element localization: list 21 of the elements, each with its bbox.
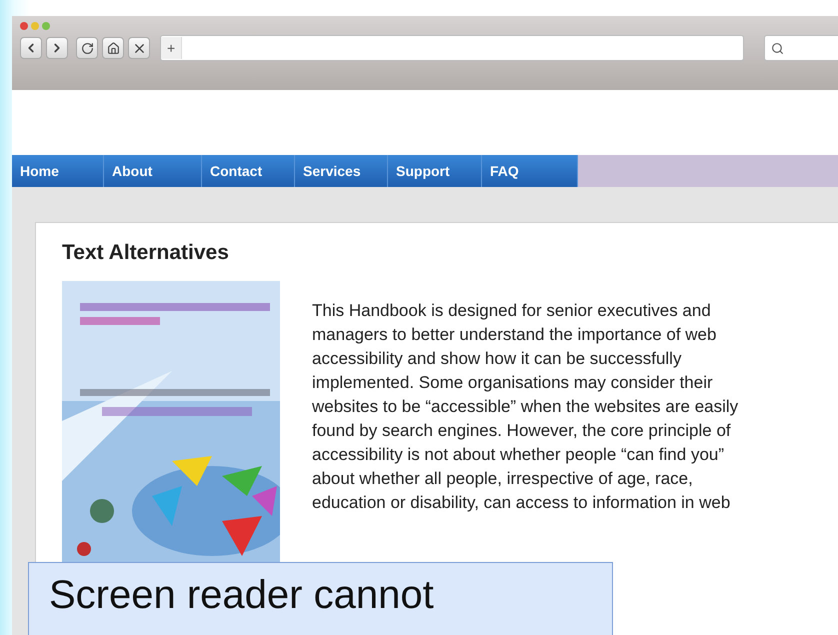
nav-link[interactable]: About (104, 155, 202, 187)
home-icon (106, 42, 120, 54)
forward-button[interactable] (46, 37, 68, 59)
nav-link[interactable]: Support (388, 155, 482, 187)
nav-link[interactable]: Services (295, 155, 388, 187)
close-window-icon[interactable] (20, 22, 28, 30)
address-field[interactable]: + (160, 35, 744, 61)
search-field[interactable] (764, 35, 838, 61)
search-icon (771, 42, 784, 54)
nav-link[interactable]: Contact (202, 155, 295, 187)
stop-button[interactable] (128, 37, 150, 59)
reload-button[interactable] (76, 37, 98, 59)
new-tab-button[interactable]: + (161, 37, 182, 59)
section-heading: Text Alternatives (62, 241, 230, 265)
nav-link[interactable]: Home (12, 155, 104, 187)
caption-text: Screen reader cannot (49, 573, 434, 617)
reload-icon (80, 42, 94, 54)
nav-link[interactable]: FAQ (482, 155, 578, 187)
back-button[interactable] (20, 37, 42, 59)
home-button[interactable] (102, 37, 124, 59)
description-paragraph: This Handbook is designed for senior executives and managers to better understand the importance of web accessibility and show how it can be successfully implemented. Some organisations may consider their websites to be “accessible” when the websites are easily found by search engines. However, the core principle of accessibility is not about whether people “can find you” about whether all people, irrespective of age, race, education or disability, can access to information in web (312, 300, 738, 514)
